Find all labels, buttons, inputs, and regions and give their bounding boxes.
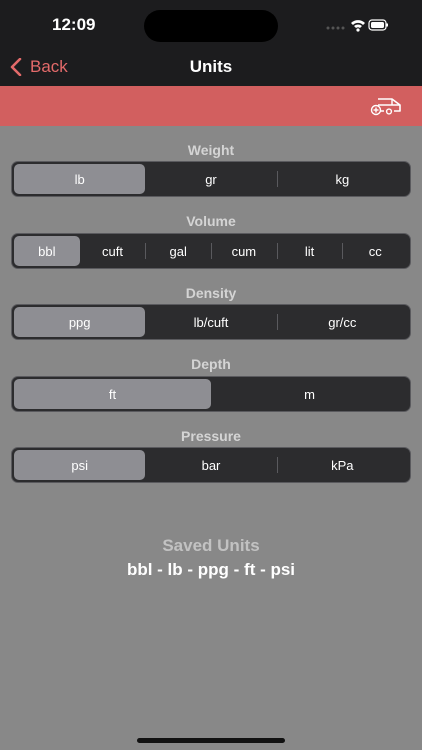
depth-option[interactable]: m (211, 379, 408, 409)
volume-option[interactable]: cuft (80, 236, 146, 266)
weight-label: Weight (187, 142, 235, 158)
depth-label: Depth (191, 356, 231, 372)
pressure-label: Pressure (181, 428, 241, 444)
status-time: 12:09 (52, 15, 96, 34)
signal-icon (326, 26, 345, 30)
volume-option[interactable]: gal (145, 236, 211, 266)
density-segmented-control: ppg lb/cuft gr/cc (11, 304, 411, 340)
weight-option[interactable]: lb (14, 164, 146, 194)
saved-units-value: bbl - lb - ppg - ft - psi (126, 560, 296, 579)
status-icons (326, 18, 388, 32)
pressure-option[interactable]: kPa (276, 450, 408, 480)
volume-option[interactable]: cum (211, 236, 277, 266)
depth-option[interactable]: ft (14, 379, 211, 409)
toolbar (0, 86, 422, 126)
volume-option[interactable]: bbl (14, 236, 80, 266)
pressure-segmented-control: psi bar kPa (11, 447, 411, 483)
volume-segmented-control: bbl cuft gal cum lit cc (11, 233, 411, 269)
wifi-icon (351, 20, 365, 32)
weight-segmented-control: lb gr kg (11, 161, 411, 197)
density-label: Density (185, 285, 237, 301)
status-bar: 12:09 (0, 0, 422, 48)
vehicle-add-icon[interactable] (370, 96, 402, 121)
navigation-bar: Back Units (0, 48, 422, 86)
density-option[interactable]: ppg (14, 307, 146, 337)
density-option[interactable]: gr/cc (276, 307, 408, 337)
pressure-option[interactable]: psi (14, 450, 146, 480)
weight-option[interactable]: gr (145, 164, 276, 194)
dynamic-island (144, 10, 278, 42)
depth-segmented-control: ft m (11, 376, 411, 412)
volume-option[interactable]: lit (276, 236, 343, 266)
volume-label: Volume (186, 213, 236, 229)
pressure-option[interactable]: bar (145, 450, 276, 480)
battery-icon (368, 19, 388, 31)
saved-units-title: Saved Units (162, 536, 260, 555)
page-title: Units (189, 57, 233, 76)
home-indicator (137, 738, 285, 743)
weight-option[interactable]: kg (276, 164, 408, 194)
density-option[interactable]: lb/cuft (145, 307, 276, 337)
volume-option[interactable]: cc (342, 236, 408, 266)
